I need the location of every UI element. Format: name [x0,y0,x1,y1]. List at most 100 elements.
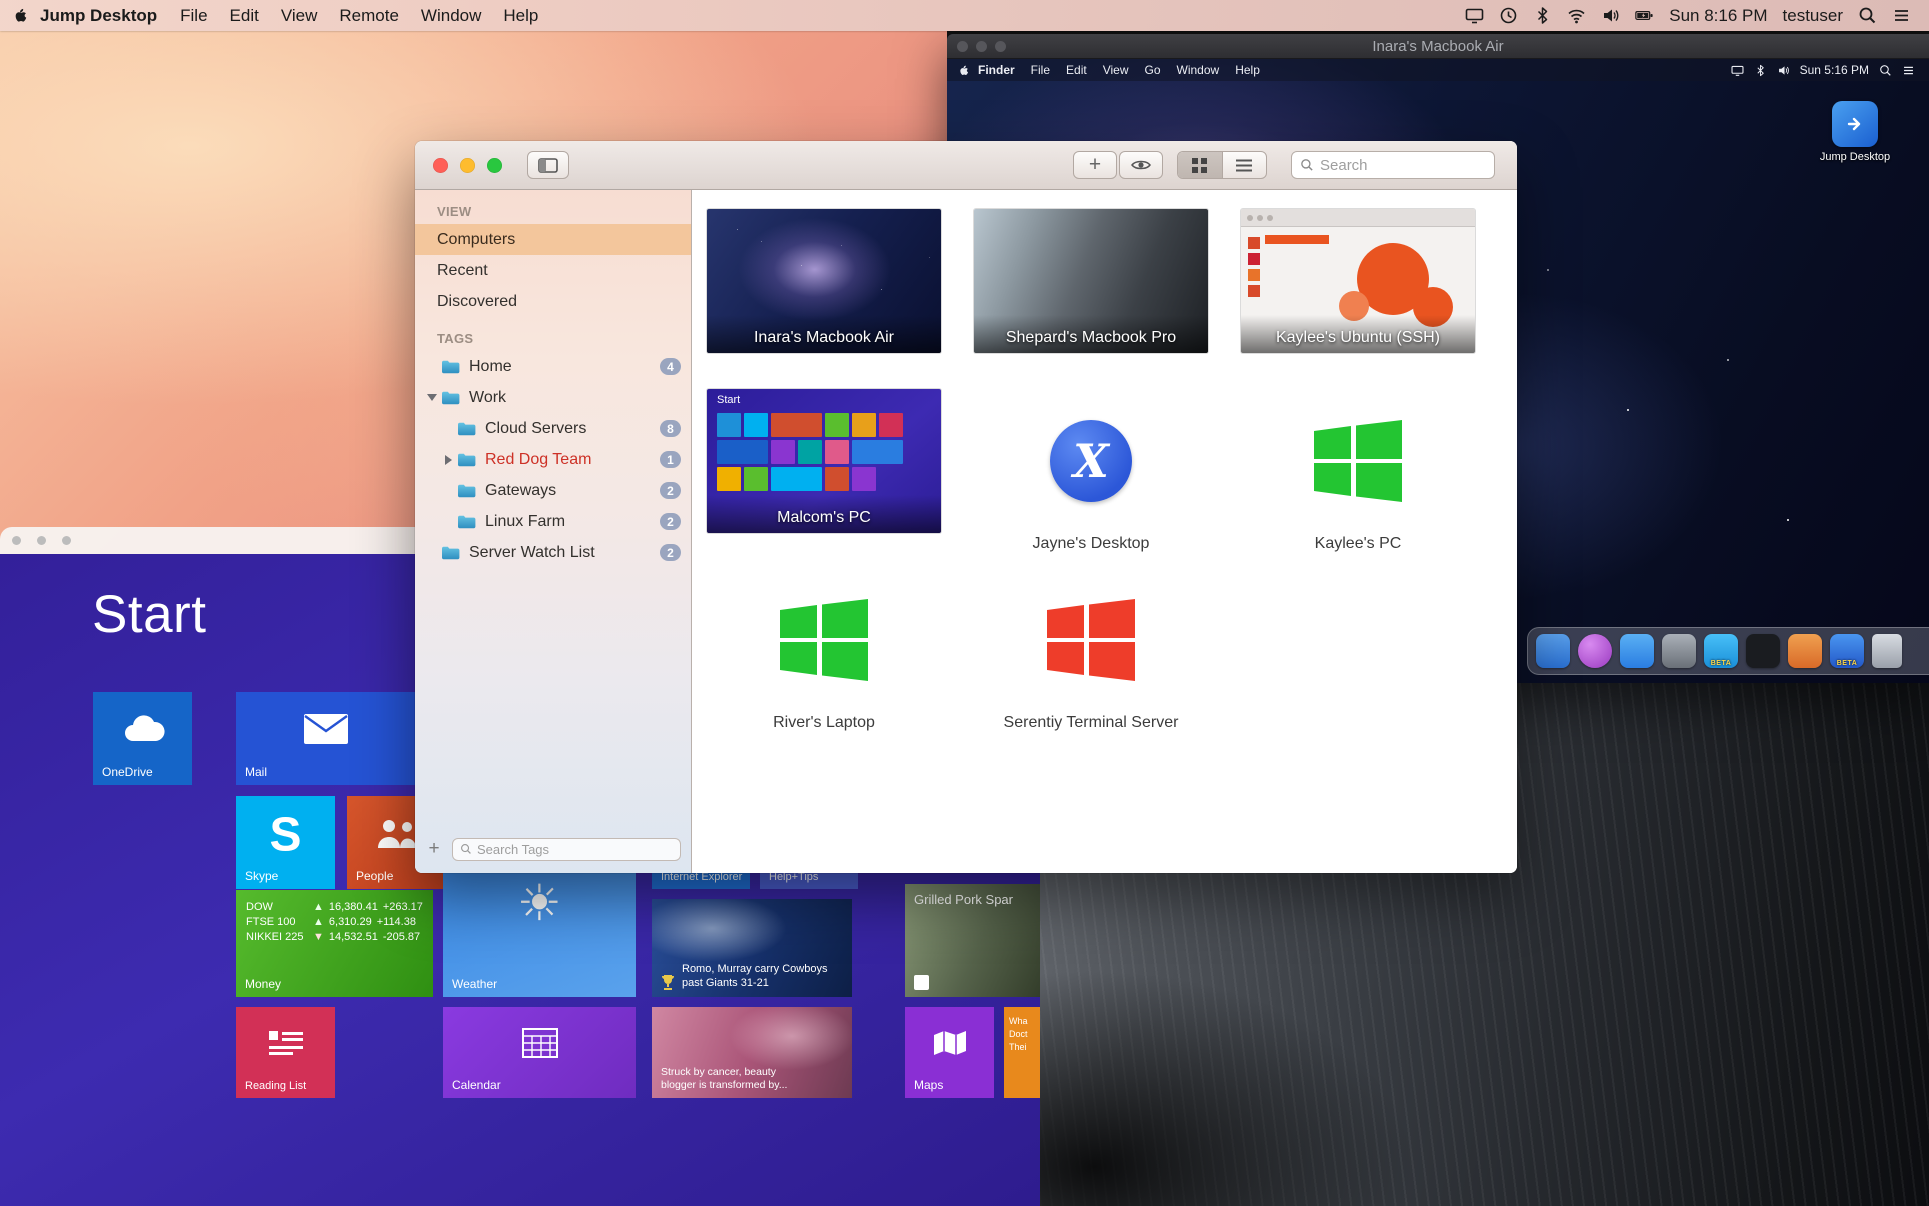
dock-icon-beta-app2[interactable]: BETA [1830,634,1864,668]
menubar-user[interactable]: testuser [1783,6,1843,26]
disclosure-closed-icon[interactable] [445,455,452,465]
dock-icon-app[interactable] [1788,634,1822,668]
dock-icon-beta-app[interactable]: BETA [1704,634,1738,668]
remote-menu-edit[interactable]: Edit [1058,63,1095,77]
tile-news-photo[interactable]: Struck by cancer, beauty blogger is tran… [652,1007,852,1098]
menu-window[interactable]: Window [410,0,492,31]
remote-window-titlebar[interactable]: Inara's Macbook Air [947,34,1929,59]
window-button[interactable] [12,536,21,545]
volume-icon[interactable] [1601,6,1620,25]
window-button[interactable] [37,536,46,545]
list-view-button[interactable] [1222,152,1267,178]
remote-menu-file[interactable]: File [1023,63,1058,77]
tile-sports-news[interactable]: Romo, Murray carry Cowboys past Giants 3… [652,899,852,997]
apple-icon[interactable] [957,64,970,77]
remote-menu-help[interactable]: Help [1227,63,1268,77]
remote-clock[interactable]: Sun 5:16 PM [1800,63,1869,77]
desktop-screen: Start OneDrive Mail S Skype People DOW▲1… [0,0,1929,1206]
people-icon [375,818,419,848]
search-icon[interactable] [1879,64,1892,77]
tag-red-dog-team[interactable]: Red Dog Team 1 [415,444,691,475]
computer-item-jayne[interactable]: X Jayne's Desktop [974,389,1208,553]
tile-skype[interactable]: S Skype [236,796,335,889]
zoom-button[interactable] [487,158,502,173]
menu-view[interactable]: View [270,0,329,31]
dock-icon-terminal[interactable] [1746,634,1780,668]
remote-menu-finder[interactable]: Finder [970,63,1023,77]
computer-item-shepard[interactable]: Shepard's Macbook Pro [974,209,1208,353]
apple-menu-icon[interactable] [12,6,28,25]
sidebar-item-recent[interactable]: Recent [415,255,691,286]
windows-logo-icon [1047,599,1135,681]
dock-icon-app-store[interactable] [1620,634,1654,668]
computer-item-serenity[interactable]: Serentiy Terminal Server [974,568,1208,732]
grid-view-button[interactable] [1178,152,1222,178]
view-options-button[interactable] [1119,151,1163,179]
menu-remote[interactable]: Remote [328,0,410,31]
tag-linux-farm[interactable]: Linux Farm 2 [415,506,691,537]
remote-menu-view[interactable]: View [1095,63,1137,77]
tile-maps[interactable]: Maps [905,1007,994,1098]
dock-icon-finder[interactable] [1536,634,1570,668]
sidebar-item-computers[interactable]: Computers [415,224,691,255]
disclosure-open-icon[interactable] [427,394,437,401]
menu-edit[interactable]: Edit [219,0,270,31]
search-input[interactable] [1320,157,1486,174]
dock-icon-itunes[interactable] [1578,634,1612,668]
tile-reading-list[interactable]: Reading List [236,1007,335,1098]
add-tag-button[interactable]: + [425,838,443,860]
menu-list-icon[interactable] [1902,64,1915,77]
app-menu-jump-desktop[interactable]: Jump Desktop [28,0,169,31]
remote-desktop-icon-jump[interactable]: Jump Desktop [1817,101,1893,163]
notification-center-icon[interactable] [1892,6,1911,25]
toggle-sidebar-button[interactable] [527,151,569,179]
traffic-lights [433,158,502,173]
display-mirroring-icon[interactable] [1465,6,1484,25]
sidebar-item-discovered[interactable]: Discovered [415,286,691,317]
bluetooth-icon[interactable] [1533,6,1552,25]
computer-item-kaylee-pc[interactable]: Kaylee's PC [1241,389,1475,553]
minimize-button[interactable] [460,158,475,173]
jump-titlebar[interactable]: + [415,141,1517,190]
folder-icon [457,421,477,436]
tag-cloud-servers[interactable]: Cloud Servers 8 [415,413,691,444]
volume-icon[interactable] [1777,64,1790,77]
battery-charging-icon[interactable] [1635,6,1654,25]
computer-item-malcom[interactable]: Start Malcom's PC [707,389,941,533]
window-button[interactable] [62,536,71,545]
wifi-icon[interactable] [1567,6,1586,25]
remote-menu-window[interactable]: Window [1169,63,1228,77]
remote-menu-go[interactable]: Go [1137,63,1169,77]
spotlight-search-icon[interactable] [1858,6,1877,25]
tag-home[interactable]: Home 4 [415,351,691,382]
close-button[interactable] [433,158,448,173]
tile-calendar[interactable]: Calendar [443,1007,636,1098]
computers-search-field[interactable] [1291,151,1495,179]
tag-gateways[interactable]: Gateways 2 [415,475,691,506]
computer-item-inara[interactable]: Inara's Macbook Air [707,209,941,353]
time-machine-icon[interactable] [1499,6,1518,25]
tile-clipped[interactable]: Wha Doct Thei [1004,1007,1040,1098]
dock-icon-settings[interactable] [1662,634,1696,668]
host-menubar: Jump Desktop File Edit View Remote Windo… [0,0,1929,31]
tag-search-field[interactable] [452,838,681,861]
dock-icon-trash[interactable] [1872,634,1902,668]
tile-onedrive[interactable]: OneDrive [93,692,192,785]
menu-file[interactable]: File [169,0,218,31]
tag-server-watch-list[interactable]: Server Watch List 2 [415,537,691,568]
tile-money[interactable]: DOW▲16,380.41+263.17 FTSE 100▲6,310.29+1… [236,890,433,997]
computer-item-kaylee-ubuntu[interactable]: Kaylee's Ubuntu (SSH) [1241,209,1475,353]
tag-work[interactable]: Work [415,382,691,413]
bluetooth-icon[interactable] [1754,64,1767,77]
tag-search-input[interactable] [477,842,673,857]
window-controls[interactable] [957,41,1006,52]
tile-food-drink[interactable]: Grilled Pork Spar [905,884,1040,997]
tile-mail[interactable]: Mail [236,692,415,785]
add-computer-button[interactable]: + [1073,151,1117,179]
trophy-icon [661,974,675,990]
menu-help[interactable]: Help [492,0,549,31]
display-icon[interactable] [1731,64,1744,77]
menubar-clock[interactable]: Sun 8:16 PM [1669,6,1767,26]
windows-logo-icon [1314,420,1402,502]
computer-item-river[interactable]: River's Laptop [707,568,941,732]
